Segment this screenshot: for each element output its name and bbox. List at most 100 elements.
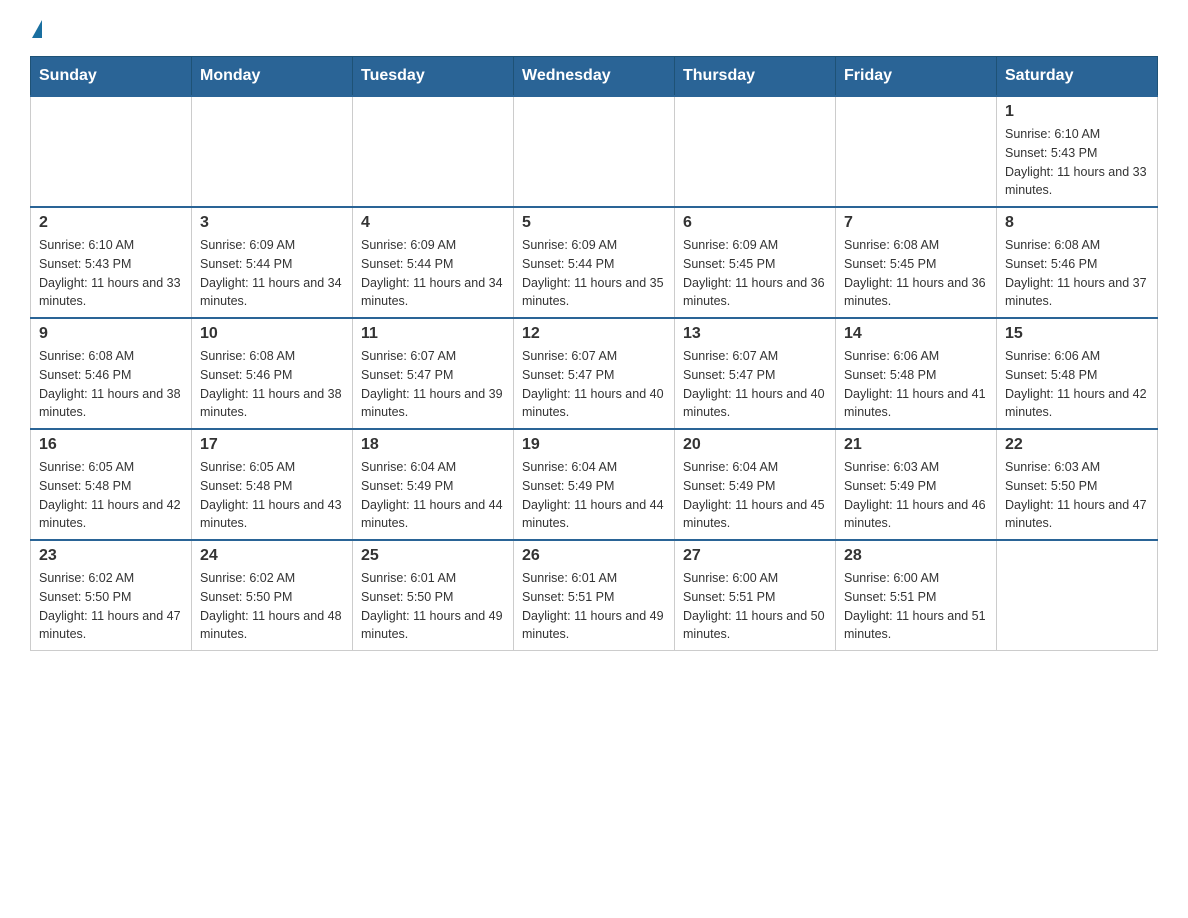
day-info: Sunrise: 6:09 AMSunset: 5:44 PMDaylight:… — [361, 236, 505, 311]
calendar-cell: 9 Sunrise: 6:08 AMSunset: 5:46 PMDaylight… — [31, 318, 192, 429]
day-info: Sunrise: 6:07 AMSunset: 5:47 PMDaylight:… — [361, 347, 505, 422]
day-number: 22 — [1005, 436, 1149, 454]
calendar-week-row: 9 Sunrise: 6:08 AMSunset: 5:46 PMDaylight… — [31, 318, 1158, 429]
calendar-cell: 13 Sunrise: 6:07 AMSunset: 5:47 PMDayligh… — [675, 318, 836, 429]
calendar-cell: 26 Sunrise: 6:01 AMSunset: 5:51 PMDayligh… — [514, 540, 675, 651]
day-info: Sunrise: 6:04 AMSunset: 5:49 PMDaylight:… — [683, 458, 827, 533]
day-number: 28 — [844, 547, 988, 565]
calendar-cell — [353, 96, 514, 207]
day-info: Sunrise: 6:06 AMSunset: 5:48 PMDaylight:… — [844, 347, 988, 422]
weekday-header-saturday: Saturday — [997, 57, 1158, 97]
calendar-cell: 5 Sunrise: 6:09 AMSunset: 5:44 PMDaylight… — [514, 207, 675, 318]
day-info: Sunrise: 6:06 AMSunset: 5:48 PMDaylight:… — [1005, 347, 1149, 422]
calendar-cell: 24 Sunrise: 6:02 AMSunset: 5:50 PMDayligh… — [192, 540, 353, 651]
calendar-cell: 8 Sunrise: 6:08 AMSunset: 5:46 PMDaylight… — [997, 207, 1158, 318]
day-info: Sunrise: 6:09 AMSunset: 5:44 PMDaylight:… — [522, 236, 666, 311]
calendar-cell: 16 Sunrise: 6:05 AMSunset: 5:48 PMDayligh… — [31, 429, 192, 540]
day-number: 11 — [361, 325, 505, 343]
day-number: 19 — [522, 436, 666, 454]
weekday-header-sunday: Sunday — [31, 57, 192, 97]
day-info: Sunrise: 6:03 AMSunset: 5:50 PMDaylight:… — [1005, 458, 1149, 533]
calendar-cell: 14 Sunrise: 6:06 AMSunset: 5:48 PMDayligh… — [836, 318, 997, 429]
day-number: 1 — [1005, 103, 1149, 121]
calendar-week-row: 2 Sunrise: 6:10 AMSunset: 5:43 PMDaylight… — [31, 207, 1158, 318]
day-number: 9 — [39, 325, 183, 343]
day-number: 12 — [522, 325, 666, 343]
calendar-cell: 17 Sunrise: 6:05 AMSunset: 5:48 PMDayligh… — [192, 429, 353, 540]
calendar-cell: 3 Sunrise: 6:09 AMSunset: 5:44 PMDaylight… — [192, 207, 353, 318]
weekday-header-friday: Friday — [836, 57, 997, 97]
day-number: 27 — [683, 547, 827, 565]
day-info: Sunrise: 6:01 AMSunset: 5:50 PMDaylight:… — [361, 569, 505, 644]
day-info: Sunrise: 6:03 AMSunset: 5:49 PMDaylight:… — [844, 458, 988, 533]
day-number: 25 — [361, 547, 505, 565]
weekday-header-tuesday: Tuesday — [353, 57, 514, 97]
day-number: 26 — [522, 547, 666, 565]
weekday-header-thursday: Thursday — [675, 57, 836, 97]
calendar-cell: 23 Sunrise: 6:02 AMSunset: 5:50 PMDayligh… — [31, 540, 192, 651]
calendar-week-row: 1 Sunrise: 6:10 AMSunset: 5:43 PMDaylight… — [31, 96, 1158, 207]
day-info: Sunrise: 6:08 AMSunset: 5:45 PMDaylight:… — [844, 236, 988, 311]
day-number: 10 — [200, 325, 344, 343]
calendar-cell: 18 Sunrise: 6:04 AMSunset: 5:49 PMDayligh… — [353, 429, 514, 540]
day-number: 8 — [1005, 214, 1149, 232]
day-number: 16 — [39, 436, 183, 454]
calendar-body: 1 Sunrise: 6:10 AMSunset: 5:43 PMDaylight… — [31, 96, 1158, 651]
day-number: 21 — [844, 436, 988, 454]
calendar-cell: 12 Sunrise: 6:07 AMSunset: 5:47 PMDayligh… — [514, 318, 675, 429]
calendar-week-row: 16 Sunrise: 6:05 AMSunset: 5:48 PMDayligh… — [31, 429, 1158, 540]
calendar-cell — [836, 96, 997, 207]
calendar-table: SundayMondayTuesdayWednesdayThursdayFrid… — [30, 56, 1158, 651]
calendar-cell: 27 Sunrise: 6:00 AMSunset: 5:51 PMDayligh… — [675, 540, 836, 651]
day-number: 23 — [39, 547, 183, 565]
day-number: 18 — [361, 436, 505, 454]
day-number: 5 — [522, 214, 666, 232]
day-info: Sunrise: 6:07 AMSunset: 5:47 PMDaylight:… — [683, 347, 827, 422]
day-number: 20 — [683, 436, 827, 454]
calendar-cell — [514, 96, 675, 207]
day-info: Sunrise: 6:09 AMSunset: 5:45 PMDaylight:… — [683, 236, 827, 311]
day-info: Sunrise: 6:01 AMSunset: 5:51 PMDaylight:… — [522, 569, 666, 644]
day-number: 17 — [200, 436, 344, 454]
day-info: Sunrise: 6:08 AMSunset: 5:46 PMDaylight:… — [200, 347, 344, 422]
calendar-cell: 15Sunrise: 6:06 AMSunset: 5:48 PMDayligh… — [997, 318, 1158, 429]
weekday-header-row: SundayMondayTuesdayWednesdayThursdayFrid… — [31, 57, 1158, 97]
calendar-cell: 10 Sunrise: 6:08 AMSunset: 5:46 PMDayligh… — [192, 318, 353, 429]
day-info: Sunrise: 6:10 AMSunset: 5:43 PMDaylight:… — [39, 236, 183, 311]
calendar-cell — [675, 96, 836, 207]
day-info: Sunrise: 6:08 AMSunset: 5:46 PMDaylight:… — [39, 347, 183, 422]
calendar-cell: 11 Sunrise: 6:07 AMSunset: 5:47 PMDayligh… — [353, 318, 514, 429]
day-number: 3 — [200, 214, 344, 232]
day-info: Sunrise: 6:04 AMSunset: 5:49 PMDaylight:… — [522, 458, 666, 533]
day-number: 2 — [39, 214, 183, 232]
calendar-cell: 28Sunrise: 6:00 AMSunset: 5:51 PMDayligh… — [836, 540, 997, 651]
weekday-header-monday: Monday — [192, 57, 353, 97]
day-number: 4 — [361, 214, 505, 232]
day-info: Sunrise: 6:04 AMSunset: 5:49 PMDaylight:… — [361, 458, 505, 533]
day-number: 24 — [200, 547, 344, 565]
day-number: 7 — [844, 214, 988, 232]
day-info: Sunrise: 6:05 AMSunset: 5:48 PMDaylight:… — [200, 458, 344, 533]
day-info: Sunrise: 6:05 AMSunset: 5:48 PMDaylight:… — [39, 458, 183, 533]
calendar-cell: 7 Sunrise: 6:08 AMSunset: 5:45 PMDaylight… — [836, 207, 997, 318]
calendar-header: SundayMondayTuesdayWednesdayThursdayFrid… — [31, 57, 1158, 97]
calendar-cell: 2 Sunrise: 6:10 AMSunset: 5:43 PMDaylight… — [31, 207, 192, 318]
day-number: 13 — [683, 325, 827, 343]
calendar-week-row: 23 Sunrise: 6:02 AMSunset: 5:50 PMDayligh… — [31, 540, 1158, 651]
calendar-cell: 4 Sunrise: 6:09 AMSunset: 5:44 PMDaylight… — [353, 207, 514, 318]
day-info: Sunrise: 6:00 AMSunset: 5:51 PMDaylight:… — [683, 569, 827, 644]
day-number: 14 — [844, 325, 988, 343]
day-info: Sunrise: 6:02 AMSunset: 5:50 PMDaylight:… — [200, 569, 344, 644]
calendar-cell — [997, 540, 1158, 651]
day-info: Sunrise: 6:08 AMSunset: 5:46 PMDaylight:… — [1005, 236, 1149, 311]
logo-triangle-icon — [32, 20, 42, 38]
weekday-header-wednesday: Wednesday — [514, 57, 675, 97]
calendar-cell — [192, 96, 353, 207]
day-info: Sunrise: 6:10 AMSunset: 5:43 PMDaylight:… — [1005, 125, 1149, 200]
day-info: Sunrise: 6:02 AMSunset: 5:50 PMDaylight:… — [39, 569, 183, 644]
day-info: Sunrise: 6:07 AMSunset: 5:47 PMDaylight:… — [522, 347, 666, 422]
day-info: Sunrise: 6:09 AMSunset: 5:44 PMDaylight:… — [200, 236, 344, 311]
calendar-cell: 25 Sunrise: 6:01 AMSunset: 5:50 PMDayligh… — [353, 540, 514, 651]
calendar-cell: 19 Sunrise: 6:04 AMSunset: 5:49 PMDayligh… — [514, 429, 675, 540]
logo — [30, 20, 42, 36]
